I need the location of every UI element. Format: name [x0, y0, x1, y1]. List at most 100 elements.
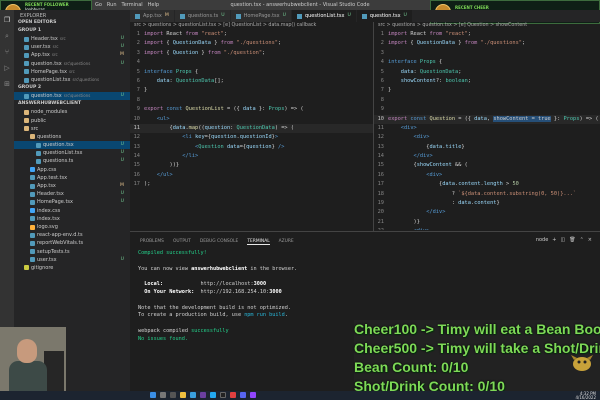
close-panel-icon[interactable]: ×: [588, 237, 592, 243]
split-terminal-icon[interactable]: ◫: [561, 237, 566, 243]
code-line[interactable]: 16 </ul>: [130, 171, 373, 180]
explorer-file-row[interactable]: Header.tsx U: [14, 190, 130, 198]
task-view-icon[interactable]: [170, 392, 176, 398]
code-line[interactable]: 7}: [130, 86, 373, 95]
code-line[interactable]: 3 import { Question } from "./question";: [130, 49, 373, 58]
editor-pane-question-list[interactable]: 1 import React from "react"; 2 import { Que…: [130, 30, 373, 230]
group1-header[interactable]: GROUP 1: [14, 27, 130, 35]
explorer-file-row[interactable]: reportWebVitals.ts: [14, 239, 130, 247]
explorer-file-row[interactable]: question.tsx U: [14, 141, 130, 150]
explorer-file-row[interactable]: questionList.tsx U: [14, 149, 130, 157]
taskbar-clock[interactable]: 4:32 PM 4/16/2022: [575, 392, 596, 399]
source-control-icon[interactable]: ⑂: [3, 48, 11, 56]
tab-questions-ts[interactable]: questions.ts U: [174, 10, 231, 22]
code-line[interactable]: 11 {data.map((question: QuestionData) =>…: [130, 123, 373, 134]
project-section[interactable]: ANSWERHUBWEBCLIENT: [14, 100, 130, 108]
search-icon[interactable]: ⌕: [3, 32, 11, 40]
explorer-file-row[interactable]: questions: [14, 133, 130, 141]
code-line[interactable]: 14 </div>: [374, 152, 600, 161]
code-line[interactable]: 9 export const QuestionList = ({ data }: …: [130, 105, 373, 114]
edge-icon[interactable]: [190, 392, 196, 398]
code-line[interactable]: 4: [130, 58, 373, 67]
panel-tab-terminal[interactable]: TERMINAL: [247, 239, 270, 245]
explorer-file-row[interactable]: user.tsx U: [14, 256, 130, 264]
tab-homepage-tsx[interactable]: HomePage.tsx U: [230, 10, 292, 22]
code-line[interactable]: 7}: [374, 86, 600, 95]
explorer-file-row[interactable]: src: [14, 125, 130, 133]
code-line[interactable]: 12 <div>: [374, 133, 600, 142]
open-editors-section[interactable]: OPEN EDITORS: [14, 19, 130, 27]
code-line[interactable]: 21 )}: [374, 218, 600, 227]
code-line[interactable]: 20 </div>: [374, 208, 600, 217]
code-line[interactable]: 15 {showContent && (: [374, 161, 600, 170]
breadcrumb-right[interactable]: src > questions > question.tsx > [e] Que…: [378, 22, 598, 30]
code-line[interactable]: 17 {data.content.length > 50: [374, 180, 600, 189]
code-line[interactable]: 9: [374, 105, 600, 114]
code-line[interactable]: 10 export const Question = ({ data, showC…: [374, 114, 600, 124]
explorer-icon[interactable]: ❐: [3, 16, 11, 24]
panel-tab-output[interactable]: OUTPUT: [173, 239, 191, 245]
explorer-file-row[interactable]: App.css: [14, 166, 130, 174]
code-line[interactable]: 2 import { QuestionData } from "./questio…: [374, 39, 600, 48]
code-line[interactable]: 8: [130, 96, 373, 105]
panel-tab-debug-console[interactable]: DEBUG CONSOLE: [200, 239, 238, 245]
explorer-file-row[interactable]: logo.svg: [14, 223, 130, 231]
explorer-file-row[interactable]: index.tsx: [14, 215, 130, 223]
code-line[interactable]: 4 interface Props {: [374, 58, 600, 67]
code-line[interactable]: 1 import React from "react";: [374, 30, 600, 39]
tab-questionlist-tsx[interactable]: questionList.tsx U: [291, 10, 357, 22]
terminal-shell-label[interactable]: node: [536, 237, 548, 243]
twitch-icon[interactable]: [250, 392, 256, 398]
code-line[interactable]: 18 ? `${data.content.substring(0, 50)}..…: [374, 190, 600, 199]
group2-header[interactable]: GROUP 2: [14, 84, 130, 92]
explorer-file-row[interactable]: question.tsx src\questions U: [14, 60, 130, 68]
code-line[interactable]: 12 <li key={question.questionId}>: [130, 133, 373, 142]
explorer-file-row[interactable]: App.test.tsx: [14, 174, 130, 182]
code-line[interactable]: 22 <div>: [374, 227, 600, 230]
add-terminal-icon[interactable]: +: [552, 237, 556, 243]
code-line[interactable]: 19 : data.content}: [374, 199, 600, 208]
run-debug-icon[interactable]: ▷: [3, 64, 11, 72]
explorer-file-row[interactable]: user.tsx src U: [14, 43, 130, 51]
code-line[interactable]: 3: [374, 49, 600, 58]
trash-icon[interactable]: 🗑: [569, 237, 575, 243]
explorer-file-row[interactable]: question.tsx src\questions U: [14, 92, 130, 101]
explorer-file-row[interactable]: index.css: [14, 207, 130, 215]
tab-app-tsx[interactable]: App.tsx M: [130, 10, 175, 22]
tab-question-tsx[interactable]: question.tsx U: [356, 10, 413, 22]
explorer-file-row[interactable]: Header.tsx src U: [14, 35, 130, 43]
explorer-file-row[interactable]: questions.ts U: [14, 157, 130, 165]
code-line[interactable]: 13 <Question data={question} />: [130, 143, 373, 152]
terminal-output[interactable]: Compiled successfully! You can now view …: [138, 250, 297, 344]
code-line[interactable]: 2 import { QuestionData } from "./questio…: [130, 39, 373, 48]
explorer-file-row[interactable]: gitignore: [14, 264, 130, 272]
chrome-icon[interactable]: [230, 392, 236, 398]
explorer-file-row[interactable]: setupTests.ts: [14, 248, 130, 256]
discord-icon[interactable]: [240, 392, 246, 398]
explorer-file-row[interactable]: HomePage.tsx src: [14, 68, 130, 76]
code-line[interactable]: 13 {data.title}: [374, 143, 600, 152]
code-line[interactable]: 5 interface Props {: [130, 68, 373, 77]
explorer-file-row[interactable]: react-app-env.d.ts: [14, 231, 130, 239]
explorer-file-row[interactable]: App.tsx src M: [14, 51, 130, 59]
search-icon[interactable]: [160, 392, 166, 398]
code-line[interactable]: 15 ))}: [130, 161, 373, 170]
explorer-file-row[interactable]: node_modules: [14, 108, 130, 116]
code-line[interactable]: 17);: [130, 180, 373, 189]
visual-studio-icon[interactable]: [200, 392, 206, 398]
code-line[interactable]: 8: [374, 96, 600, 105]
code-line[interactable]: 6 data: QuestionData[];: [130, 77, 373, 86]
code-line[interactable]: 6 showContent?: boolean;: [374, 77, 600, 86]
explorer-file-row[interactable]: questionList.tsx src\questions: [14, 76, 130, 84]
code-line[interactable]: 5 data: QuestionData;: [374, 68, 600, 77]
code-line[interactable]: 14 </li>: [130, 152, 373, 161]
panel-tab-problems[interactable]: PROBLEMS: [140, 239, 164, 245]
panel-tab-azure[interactable]: AZURE: [279, 239, 294, 245]
chevron-up-icon[interactable]: ⌃: [580, 237, 584, 243]
explorer-file-row[interactable]: public: [14, 117, 130, 125]
explorer-file-row[interactable]: App.tsx M: [14, 182, 130, 190]
editor-pane-question[interactable]: 1 import React from "react"; 2 import { Que…: [374, 30, 600, 230]
code-line[interactable]: 10 <ul>: [130, 115, 373, 124]
extensions-icon[interactable]: ⊞: [3, 80, 11, 88]
code-line[interactable]: 1 import React from "react";: [130, 30, 373, 39]
